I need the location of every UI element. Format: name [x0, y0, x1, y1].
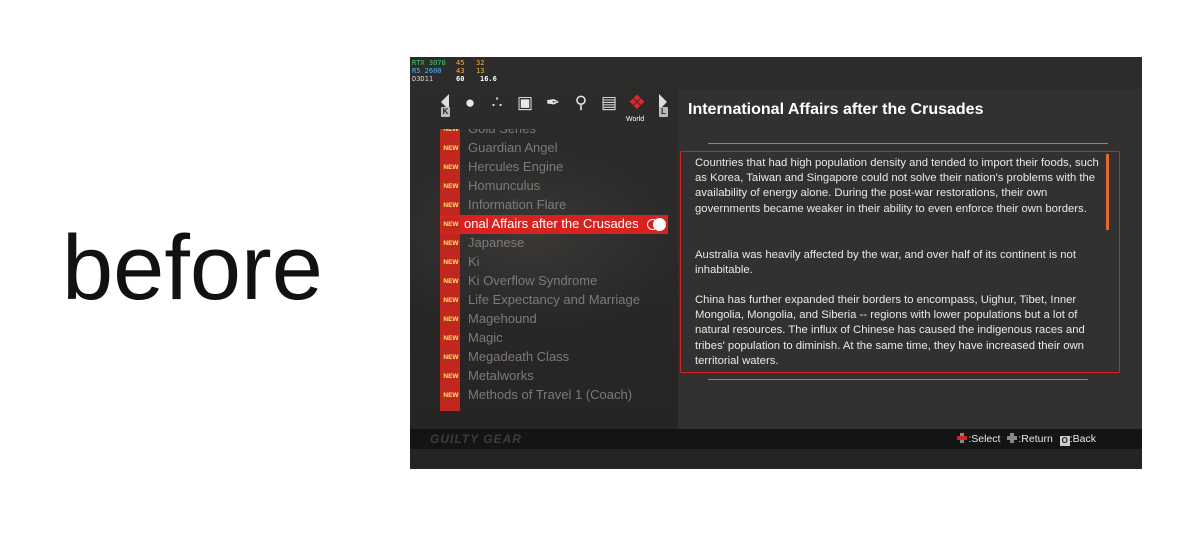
list-item-label: Guardian Angel — [468, 140, 558, 155]
next-category-key: L — [659, 107, 668, 117]
article-panel: International Affairs after the Crusades… — [678, 89, 1142, 429]
list-item[interactable]: NEW Magehound — [440, 310, 672, 329]
game-window: RTX 3070 45 32 R5 2600 43 13 D3D11 60 16… — [410, 57, 1142, 469]
new-badge: NEW — [442, 389, 460, 402]
article-paragraph: Countries that had high population densi… — [695, 157, 1099, 215]
cpu-temp: 43 — [456, 67, 465, 75]
title-divider — [708, 143, 1108, 144]
character-icon[interactable]: ● — [460, 93, 480, 113]
select-hint: :Select — [968, 433, 1001, 445]
dpad-return-icon — [1007, 433, 1018, 443]
list-item[interactable]: NEW Gold Series — [440, 129, 672, 139]
new-badge: NEW — [442, 218, 460, 231]
list-item-label: Ki — [468, 254, 480, 269]
entry-list: NEW Gold Series NEW Guardian Angel NEW Hercul… — [440, 129, 672, 411]
list-item[interactable]: NEW Methods of Travel 1 (Coach) — [440, 386, 672, 405]
new-badge: NEW — [442, 199, 460, 212]
dpad-select-icon — [957, 433, 968, 443]
list-item[interactable]: NEW Magic — [440, 329, 672, 348]
list-item-label: Japanese — [468, 235, 525, 250]
list-item[interactable]: NEW Information Flare — [440, 196, 672, 215]
game-logo: GUILTY GEAR — [430, 432, 522, 446]
new-badge: NEW — [442, 294, 460, 307]
list-item-label: onal Affairs after the Crusades — [464, 216, 639, 231]
list-item[interactable]: NEW Metalworks — [440, 367, 672, 386]
list-item-label: Gold Series — [468, 129, 536, 136]
back-hint[interactable]: :Back — [1070, 433, 1096, 445]
world-icon[interactable]: ❖ — [627, 93, 647, 113]
cpu-name: R5 2600 — [412, 67, 442, 75]
bottom-divider — [708, 379, 1088, 380]
list-item-label: Information Flare — [468, 197, 567, 212]
list-item[interactable]: NEW Hercules Engine — [440, 158, 672, 177]
gpu-temp: 45 — [456, 59, 465, 67]
list-item-label: Metalworks — [468, 368, 534, 383]
fps-value: 60 — [456, 75, 465, 83]
list-item-label: Hercules Engine — [468, 159, 564, 174]
list-item-label: Methods of Travel 1 (Coach) — [468, 387, 633, 402]
return-hint: :Return — [1018, 433, 1053, 445]
back-button-icon: O — [1059, 436, 1070, 446]
list-item[interactable]: NEW Megadeath Class — [440, 348, 672, 367]
gpu-load: 32 — [476, 59, 485, 67]
list-item[interactable]: NEW Ki Overflow Syndrome — [440, 272, 672, 291]
new-badge: NEW — [442, 351, 460, 364]
new-badge: NEW — [442, 313, 460, 326]
list-item-label: Megadeath Class — [468, 349, 570, 364]
scroll-icon[interactable]: ▤ — [599, 93, 619, 113]
feather-icon[interactable]: ✒ — [543, 93, 563, 113]
network-icon[interactable]: ∴ — [487, 93, 507, 113]
list-item-label: Life Expectancy and Marriage — [468, 292, 640, 307]
cpu-load: 13 — [476, 67, 485, 75]
article-paragraph: Australia was heavily affected by the wa… — [695, 249, 1076, 277]
list-item[interactable]: NEW Life Expectancy and Marriage — [440, 291, 672, 310]
list-item[interactable]: NEW Ki — [440, 253, 672, 272]
list-item[interactable]: NEW Homunculus — [440, 177, 672, 196]
article-paragraph: China has further expanded their borders… — [695, 294, 1085, 367]
list-item-label: Ki Overflow Syndrome — [468, 273, 598, 288]
new-badge: NEW — [442, 161, 460, 174]
new-badge: NEW — [442, 180, 460, 193]
new-badge: NEW — [442, 332, 460, 345]
list-item[interactable]: NEW Japanese — [440, 234, 672, 253]
magnifier-icon[interactable]: ⚲ — [571, 93, 591, 113]
cursor-icon — [647, 218, 666, 231]
new-badge: NEW — [442, 370, 460, 383]
control-hints-bar: GUILTY GEAR :Select :Return O:Back — [410, 429, 1142, 449]
prev-category-key: K — [441, 107, 450, 117]
article-textbox[interactable]: Countries that had high population densi… — [680, 151, 1120, 373]
control-hints: :Select :Return O:Back — [957, 433, 1096, 446]
article-title: International Affairs after the Crusades — [688, 101, 984, 118]
list-item-label: Magic — [468, 330, 503, 345]
new-badge: NEW — [442, 256, 460, 269]
new-badge: NEW — [442, 237, 460, 250]
active-category-label: World — [626, 116, 645, 123]
list-item-label: Magehound — [468, 311, 537, 326]
before-caption: before — [62, 217, 323, 319]
new-badge: NEW — [442, 275, 460, 288]
list-item-label: Homunculus — [468, 178, 541, 193]
frametime-value: 16.6 — [480, 75, 497, 83]
list-item-selected[interactable]: NEW onal Affairs after the Crusades — [440, 215, 668, 234]
list-item[interactable]: NEW Guardian Angel — [440, 139, 672, 158]
new-badge: NEW — [442, 129, 460, 136]
gallery-icon[interactable]: ▣ — [515, 93, 535, 113]
new-badge: NEW — [442, 142, 460, 155]
gpu-name: RTX 3070 — [412, 59, 446, 67]
api-name: D3D11 — [412, 75, 434, 83]
article-scrollbar[interactable] — [1106, 154, 1109, 230]
